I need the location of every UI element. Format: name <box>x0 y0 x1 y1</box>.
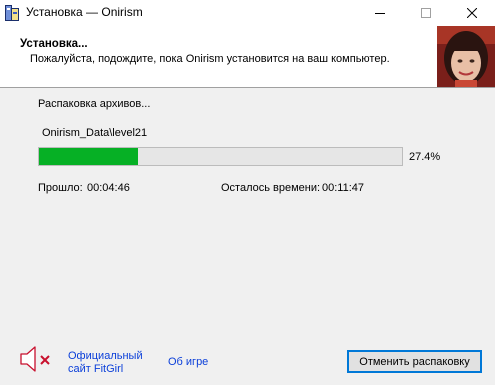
maximize-icon <box>421 8 431 18</box>
minimize-icon <box>375 13 385 14</box>
page-subtitle: Пожалуйста, подождите, пока Onirism уста… <box>30 53 390 65</box>
current-file-label: Onirism_Data\level21 <box>42 127 148 139</box>
page-title: Установка... <box>20 38 88 50</box>
official-site-link[interactable]: Официальный сайт FitGirl <box>68 350 143 376</box>
maximize-button[interactable] <box>403 0 449 26</box>
cancel-unpack-button[interactable]: Отменить распаковку <box>347 350 482 373</box>
header-portrait-image <box>437 26 495 87</box>
remaining-label: Осталось времени: <box>221 182 321 194</box>
title-bar: Установка — Onirism <box>0 0 495 26</box>
official-site-link-line1: Официальный <box>68 350 143 362</box>
close-icon <box>467 8 477 18</box>
elapsed-value: 00:04:46 <box>87 182 130 194</box>
elapsed-label: Прошло: <box>38 182 83 194</box>
header-panel: Установка... Пожалуйста, подождите, пока… <box>0 26 495 88</box>
window-title: Установка — Onirism <box>26 5 143 19</box>
close-button[interactable] <box>449 0 495 26</box>
progress-bar-fill <box>39 148 139 165</box>
official-site-link-line2: сайт FitGirl <box>68 363 124 375</box>
installer-app-icon <box>5 5 19 21</box>
remaining-value: 00:11:47 <box>322 182 365 194</box>
progress-bar <box>38 147 403 166</box>
about-game-link[interactable]: Об игре <box>168 356 208 368</box>
speaker-muted-icon[interactable] <box>18 343 54 375</box>
status-text: Распаковка архивов... <box>38 98 151 110</box>
progress-percent: 27.4% <box>409 151 441 163</box>
minimize-button[interactable] <box>357 0 403 26</box>
